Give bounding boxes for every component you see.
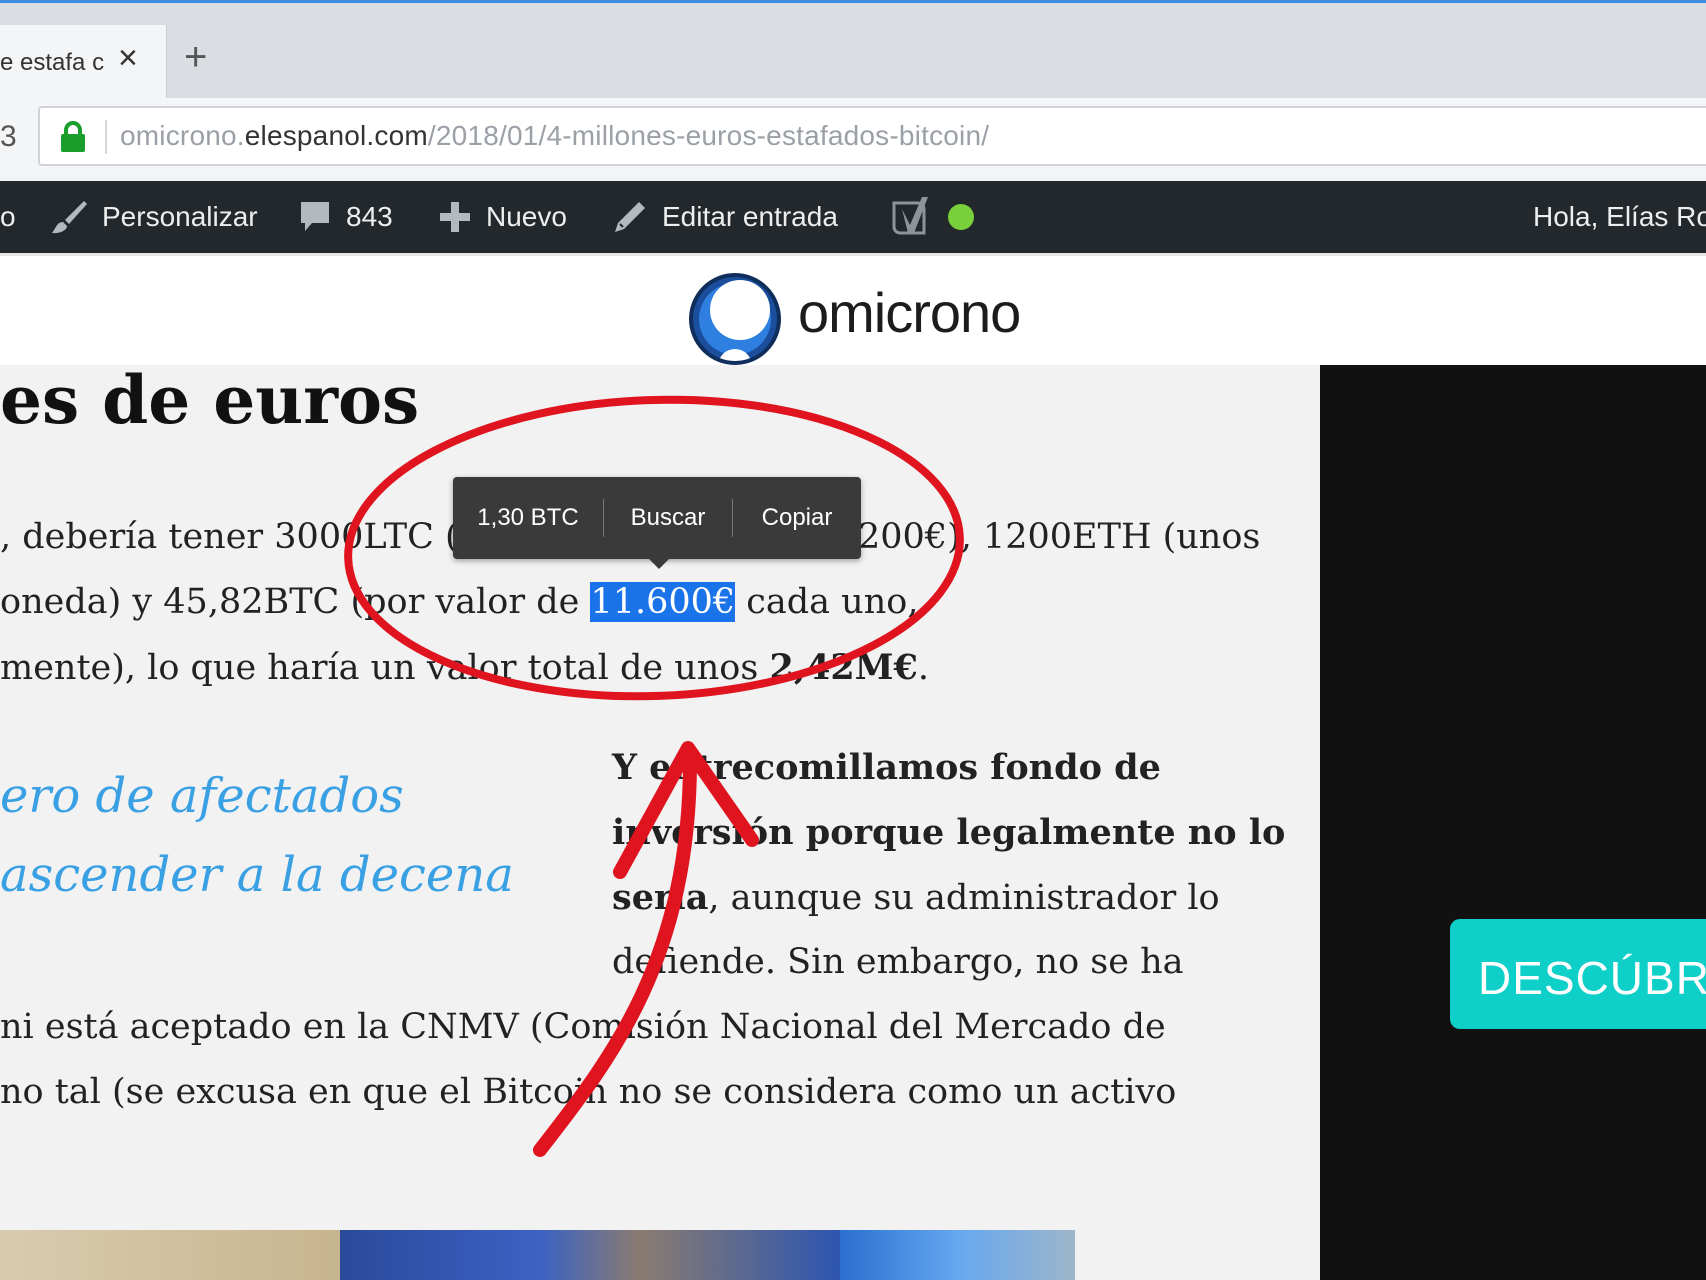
admin-comments[interactable]: 843 [298,181,393,253]
paragraph-line: 200€), 1200ETH (unos [858,517,1260,557]
pullquote-line: ero de afectados [0,768,404,824]
address-divider [105,120,107,154]
paragraph-bold: 2,42M€ [769,647,918,688]
paragraph-bold: sería [612,877,709,918]
plus-icon [440,202,470,232]
admin-seo[interactable] [888,181,990,253]
omicrono-logo-icon[interactable] [688,272,782,366]
admin-account[interactable]: Hola, Elías Ro [1533,181,1706,253]
article-headline: es de euros [0,361,420,439]
search-button-label: Buscar [630,504,706,531]
nav-button-partial[interactable]: 3 [0,120,17,154]
lock-icon [61,121,85,152]
url-prefix: omicrono. [120,120,245,151]
search-button[interactable]: Buscar [604,477,732,559]
status-dot-icon [948,204,974,230]
paragraph-line: sería, aunque su administrador lo [612,877,1220,918]
paragraph-line: inversión porque legalmente no lo [612,812,1286,853]
paragraph-line: oneda) y 45,82BTC (por valor de 11.600€ … [0,582,918,622]
admin-greeting: Hola, Elías Ro [1533,201,1706,232]
selection-popup: 1,30 BTC Buscar Copiar [453,477,861,569]
close-icon[interactable]: × [118,41,138,75]
paragraph-line: ni está aceptado en la CNMV (Comisión Na… [0,1007,1166,1047]
paragraph-text: . [917,648,929,688]
admin-bar: o Personalizar 843 Nuevo Editar entrada [0,181,1706,253]
pullquote-line: ascender a la decena [0,847,514,903]
admin-item-partial[interactable]: o [0,181,16,253]
paragraph-line: mente), lo que haría un valor total de u… [0,647,929,688]
paragraph-text: cada uno, [735,582,919,622]
paragraph-line: defiende. Sin embargo, no se ha [612,942,1184,982]
paragraph-text: mente), lo que haría un valor total de u… [0,648,770,688]
copy-button[interactable]: Copiar [733,477,861,559]
comment-icon [301,202,329,231]
copy-button-label: Copiar [761,504,833,531]
navigation-bar: 3 omicrono.elespanol.com/2018/01/4-millo… [0,98,1706,178]
discover-button-label: DESCÚBR [1478,952,1706,1004]
paragraph-line: Y entrecomillamos fondo de [612,747,1161,788]
tab-bar: e estafa c × + [0,0,1706,101]
discover-button[interactable]: DESCÚBR [1450,919,1706,1029]
paragraph-line: no tal (se excusa en que el Bitcoin no s… [0,1072,1177,1112]
paragraph-text: oneda) y 45,82BTC (por valor de [0,582,591,622]
address-bar[interactable]: omicrono.elespanol.com/2018/01/4-millone… [38,106,1706,166]
btc-conversion-label: 1,30 BTC [477,504,579,531]
paragraph-text: 200€), 1200ETH (unos [858,517,1261,557]
admin-new-label: Nuevo [486,201,567,232]
paragraph-line: , debería tener 3000LTC (c [0,517,478,557]
tab-title: e estafa c [0,49,105,76]
popup-pointer [647,557,671,569]
paragraph-text: , debería tener 3000LTC (c [0,517,479,557]
admin-customize-label: Personalizar [102,201,258,232]
brush-icon [52,201,87,234]
url-host: elespanol.com [244,120,428,151]
selected-text[interactable]: 11.600€ [590,582,736,622]
yoast-icon [892,197,928,235]
paragraph-text: , aunque su administrador lo [708,878,1220,918]
admin-customize[interactable]: Personalizar [50,181,258,253]
browser-tab[interactable]: e estafa c × [0,25,167,101]
pencil-icon [615,202,645,232]
url-text[interactable]: omicrono.elespanol.com/2018/01/4-millone… [120,120,989,152]
sidebar-ad: DESCÚBR [1320,365,1706,1280]
new-tab-icon[interactable]: + [184,37,207,77]
site-logo-text[interactable]: omicrono [798,280,1021,345]
admin-comments-count: 843 [346,201,393,232]
admin-new[interactable]: Nuevo [438,181,567,253]
article-image [0,1230,1075,1280]
admin-edit-post-label: Editar entrada [662,201,838,232]
admin-item-partial-label: o [0,201,16,232]
site-header: omicrono [0,253,1706,366]
btc-conversion-chip[interactable]: 1,30 BTC [453,477,603,559]
admin-edit-post[interactable]: Editar entrada [612,181,838,253]
url-path: /2018/01/4-millones-euros-estafados-bitc… [427,120,990,151]
